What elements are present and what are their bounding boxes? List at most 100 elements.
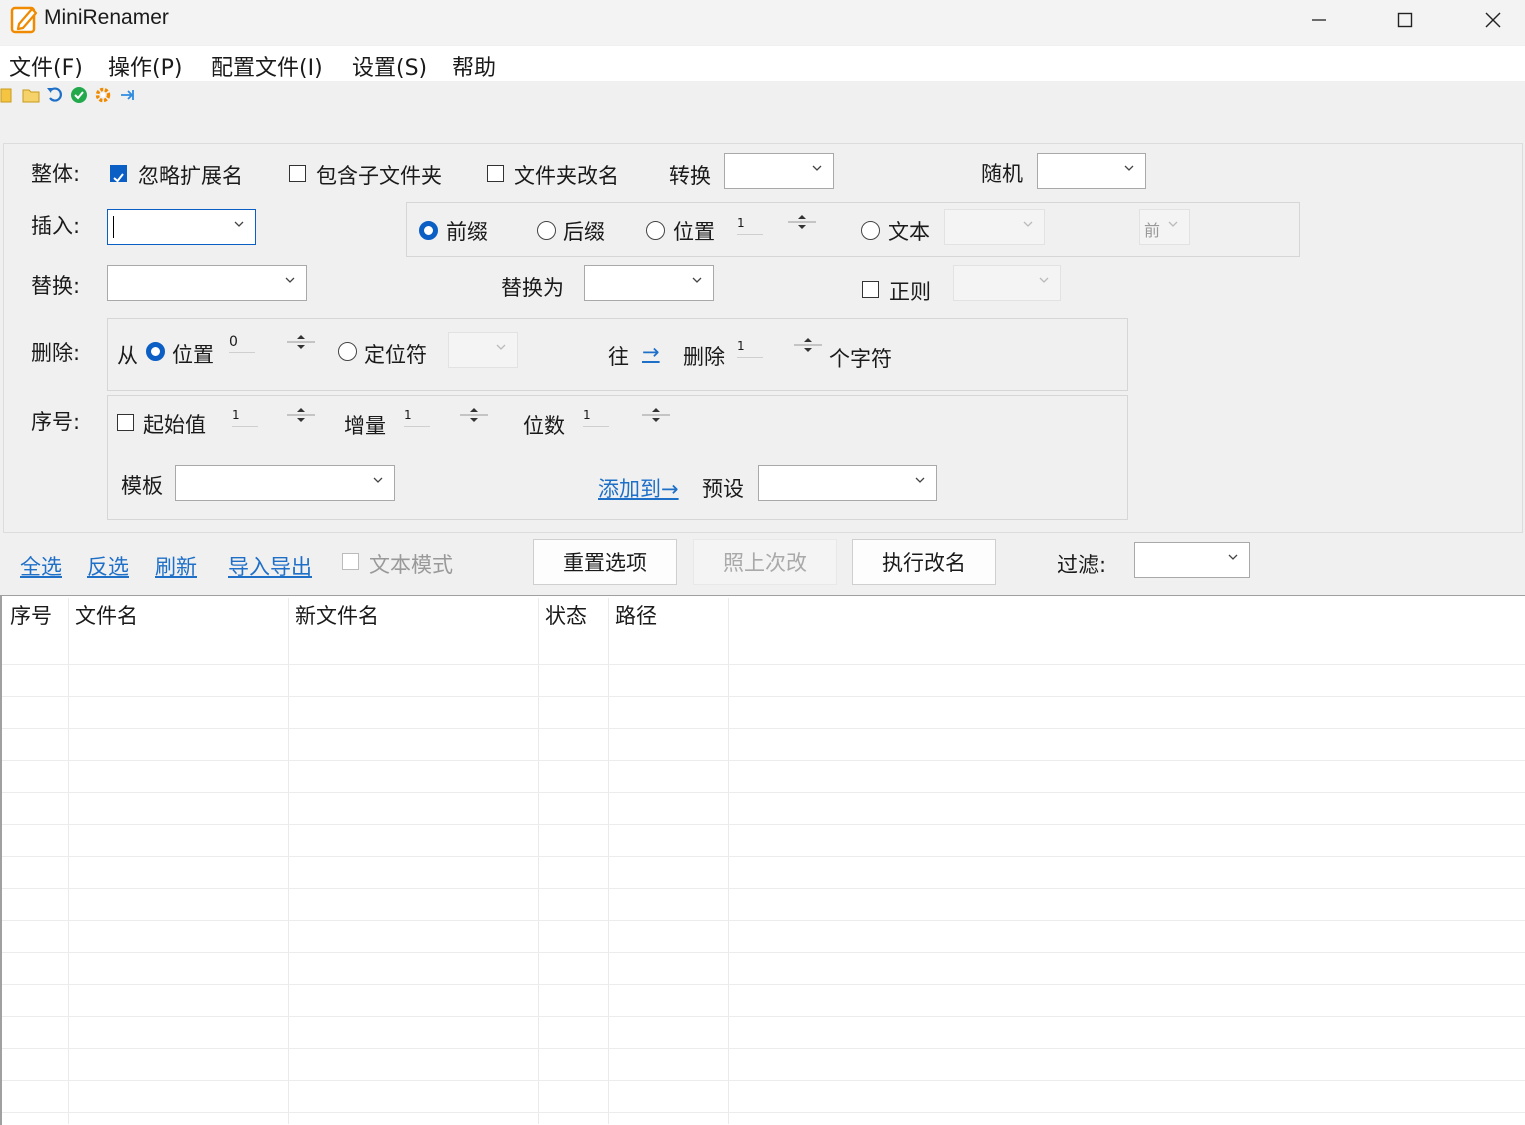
- digits-spinner[interactable]: [641, 405, 671, 425]
- locator-label: 定位符: [364, 343, 427, 367]
- direction-label: 往: [608, 345, 629, 369]
- preset-dropdown[interactable]: [758, 465, 937, 501]
- locator-dropdown[interactable]: [448, 332, 518, 368]
- prefix-radio[interactable]: [419, 221, 438, 240]
- column-header-index[interactable]: 序号: [10, 600, 52, 630]
- menu-file[interactable]: 文件(F): [9, 50, 83, 82]
- random-dropdown[interactable]: [1037, 153, 1146, 189]
- column-divider[interactable]: [728, 598, 729, 1124]
- column-divider[interactable]: [608, 598, 609, 1124]
- prefix-label: 前缀: [446, 220, 488, 244]
- maximize-button[interactable]: [1362, 0, 1448, 40]
- chevron-down-icon: [234, 221, 244, 227]
- column-header-filename[interactable]: 文件名: [75, 600, 138, 630]
- suffix-label: 后缀: [563, 220, 605, 244]
- convert-label: 转换: [669, 164, 711, 188]
- filter-label: 过滤:: [1057, 553, 1107, 577]
- minimize-button[interactable]: [1276, 0, 1362, 40]
- replace-input[interactable]: [107, 265, 307, 301]
- import-export-link[interactable]: 导入导出: [228, 551, 312, 581]
- column-header-new-filename[interactable]: 新文件名: [295, 600, 379, 630]
- rename-folders-label: 文件夹改名: [514, 164, 619, 188]
- gear-icon[interactable]: [94, 86, 112, 104]
- menu-operation[interactable]: 操作(P): [108, 50, 182, 82]
- delete-count-spinner[interactable]: [793, 335, 823, 355]
- select-all-link[interactable]: 全选: [20, 551, 62, 581]
- filter-dropdown[interactable]: [1134, 542, 1250, 578]
- close-button[interactable]: [1450, 0, 1525, 40]
- random-label: 随机: [981, 162, 1023, 186]
- reset-options-button[interactable]: 重置选项: [533, 539, 677, 585]
- replace-label: 替换:: [31, 274, 81, 298]
- check-icon[interactable]: [70, 86, 88, 104]
- regex-dropdown[interactable]: [953, 265, 1061, 301]
- chevron-down-icon: [1023, 221, 1033, 227]
- regex-checkbox[interactable]: [862, 281, 879, 298]
- insert-input[interactable]: [107, 209, 256, 245]
- close-icon: [1485, 12, 1501, 28]
- include-subfolders-checkbox[interactable]: [289, 165, 306, 182]
- folder-open-icon[interactable]: [0, 86, 18, 104]
- same-as-last-button[interactable]: 照上次改: [693, 539, 837, 585]
- insert-text-dropdown[interactable]: [944, 209, 1045, 245]
- increment-field[interactable]: 1: [404, 408, 430, 427]
- rename-folders-checkbox[interactable]: [487, 165, 504, 182]
- suffix-radio[interactable]: [537, 221, 556, 240]
- increment-spinner[interactable]: [459, 405, 489, 425]
- digits-label: 位数: [523, 414, 565, 438]
- file-list-table[interactable]: [0, 595, 1525, 1125]
- menu-profile[interactable]: 配置文件(I): [211, 50, 323, 82]
- delete-count-label: 删除: [683, 345, 725, 369]
- ignore-extension-checkbox[interactable]: [110, 165, 127, 183]
- template-dropdown[interactable]: [175, 465, 395, 501]
- column-header-path[interactable]: 路径: [615, 600, 657, 630]
- folder-icon[interactable]: [22, 86, 40, 104]
- delete-count-field[interactable]: 1: [737, 339, 763, 358]
- chevron-down-icon: [1124, 165, 1134, 171]
- delete-position-spinner[interactable]: [286, 332, 316, 352]
- insert-before-dropdown[interactable]: 前: [1139, 209, 1190, 245]
- convert-dropdown[interactable]: [724, 153, 834, 189]
- row-line: [2, 824, 1525, 825]
- text-mode-checkbox[interactable]: [342, 553, 359, 570]
- delete-unit-label: 个字符: [829, 347, 892, 371]
- insert-before-value: 前: [1144, 221, 1161, 240]
- execute-rename-button[interactable]: 执行改名: [852, 539, 996, 585]
- row-line: [2, 856, 1525, 857]
- pin-icon[interactable]: [119, 86, 137, 104]
- column-header-status[interactable]: 状态: [545, 600, 587, 630]
- menu-settings[interactable]: 设置(S): [352, 50, 427, 82]
- digits-field[interactable]: 1: [583, 408, 609, 427]
- add-to-link[interactable]: 添加到→: [598, 473, 679, 503]
- row-line: [2, 1048, 1525, 1049]
- start-value-checkbox[interactable]: [117, 414, 134, 431]
- text-radio[interactable]: [861, 221, 880, 240]
- row-line: [2, 952, 1525, 953]
- column-divider[interactable]: [538, 598, 539, 1124]
- overall-label: 整体:: [31, 162, 81, 186]
- app-logo-icon: [10, 6, 38, 34]
- text-caret: [113, 216, 114, 238]
- start-value-field[interactable]: 1: [232, 408, 258, 427]
- menu-help[interactable]: 帮助: [452, 50, 496, 82]
- column-divider[interactable]: [288, 598, 289, 1124]
- chevron-down-icon: [496, 344, 506, 350]
- window-title: MiniRenamer: [44, 6, 169, 29]
- invert-selection-link[interactable]: 反选: [87, 551, 129, 581]
- refresh-link[interactable]: 刷新: [155, 551, 197, 581]
- grid-left-border: [0, 596, 2, 1125]
- insert-position-spinner[interactable]: [787, 212, 817, 232]
- row-line: [2, 984, 1525, 985]
- column-divider[interactable]: [68, 598, 69, 1124]
- insert-position-field[interactable]: 1: [737, 216, 763, 235]
- start-value-spinner[interactable]: [286, 405, 316, 425]
- insert-label: 插入:: [31, 214, 81, 238]
- undo-icon[interactable]: [46, 86, 64, 104]
- locator-radio[interactable]: [338, 342, 357, 361]
- delete-position-field[interactable]: 0: [229, 334, 255, 353]
- replace-with-input[interactable]: [584, 265, 714, 301]
- template-label: 模板: [121, 474, 163, 498]
- position-radio[interactable]: [646, 221, 665, 240]
- direction-toggle-link[interactable]: →: [642, 340, 660, 364]
- delete-position-radio[interactable]: [146, 342, 165, 361]
